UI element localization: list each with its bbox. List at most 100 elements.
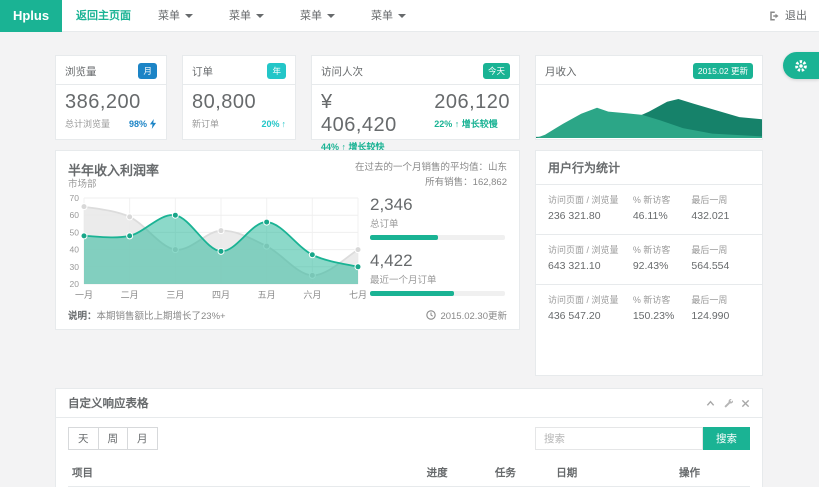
tab-week[interactable]: 周 xyxy=(99,427,129,450)
period-badge: 今天 xyxy=(483,63,510,79)
svg-text:60: 60 xyxy=(70,210,80,220)
svg-text:20: 20 xyxy=(70,279,80,289)
stat-label: 最后一周 xyxy=(691,244,750,257)
growth-label: 增长较慢 xyxy=(462,119,498,129)
nav-menu-4[interactable]: 菜单 xyxy=(353,0,424,32)
profit-chart-panel: 半年收入利润率 市场部 在过去的一个月销售的平均值：山东 所有销售：162,86… xyxy=(55,150,520,330)
search-input[interactable] xyxy=(535,427,703,450)
bolt-icon xyxy=(149,119,157,129)
percent-value: 98% xyxy=(129,119,147,129)
stat-last-week: 最后一周 564.554 xyxy=(691,244,750,272)
stat-new-visitors: % 新访客 150.23% xyxy=(633,294,692,322)
table-controls: 天 周 月 搜索 xyxy=(68,427,750,450)
card-visits-header: 访问人次 今天 xyxy=(312,56,519,85)
visits-col-count: 206,120 22% ↑ 增长较慢 xyxy=(434,91,510,153)
revenue-value: ¥ 406,420 xyxy=(321,91,412,137)
responsive-table-panel: 自定义响应表格 天 周 月 搜索 xyxy=(55,388,763,487)
card-income-header: 月收入 2015.02 更新 xyxy=(536,56,762,85)
stat-value: 564.554 xyxy=(691,260,750,272)
brand-logo: Hplus xyxy=(0,0,62,32)
panel-title: 自定义响应表格 xyxy=(68,395,149,411)
nav-home-link[interactable]: 返回主页面 xyxy=(76,0,131,32)
chevron-down-icon xyxy=(327,14,335,18)
orders-percent: 20%↑ xyxy=(261,119,286,129)
chevron-up-icon xyxy=(706,399,715,408)
percent-value: 22% xyxy=(434,119,452,129)
top-navbar: Hplus 返回主页面 菜单 菜单 菜单 菜单 退出 xyxy=(0,0,819,32)
svg-text:四月: 四月 xyxy=(212,290,230,300)
close-button[interactable] xyxy=(741,399,750,408)
stat-label: 最后一周 xyxy=(691,194,750,207)
tab-month[interactable]: 月 xyxy=(128,427,158,450)
svg-text:50: 50 xyxy=(70,227,80,237)
theme-settings-button[interactable] xyxy=(783,52,819,79)
svg-text:六月: 六月 xyxy=(303,289,321,300)
panel-subtitle: 市场部 xyxy=(68,176,97,190)
panel-title: 用户行为统计 xyxy=(536,151,762,185)
nav-menu-label: 菜单 xyxy=(300,0,322,32)
stat-label: 最后一周 xyxy=(691,294,750,307)
income-area-chart xyxy=(536,83,762,138)
dashboard-page: Hplus 返回主页面 菜单 菜单 菜单 菜单 退出 浏览量 月 386,200… xyxy=(0,0,819,487)
tab-day[interactable]: 天 xyxy=(68,427,99,450)
nav-menu-2[interactable]: 菜单 xyxy=(211,0,282,32)
visits-growth: 22% ↑ 增长较慢 xyxy=(434,117,510,130)
table-panel-body: 天 周 月 搜索 项目 进度 任务 日期 操作 xyxy=(56,418,762,487)
stat-new-visitors: % 新访客 92.43% xyxy=(633,244,692,272)
svg-text:70: 70 xyxy=(70,193,80,203)
orders-value: 80,800 xyxy=(192,91,286,114)
stat-label: 访问页面 / 浏览量 xyxy=(548,244,633,257)
chevron-down-icon xyxy=(185,14,193,18)
table-header-row: 项目 进度 任务 日期 操作 xyxy=(68,459,750,487)
svg-text:七月: 七月 xyxy=(349,290,366,300)
collapse-button[interactable] xyxy=(706,399,715,408)
logout-icon xyxy=(768,10,780,22)
settings-button[interactable] xyxy=(723,398,733,408)
level-up-icon: ↑ xyxy=(455,119,460,129)
total-orders-value: 2,346 xyxy=(370,195,505,215)
stat-value: 124.990 xyxy=(691,310,750,322)
order-stats: 2,346 总订单 4,422 最近一个月订单 xyxy=(370,195,505,307)
card-title: 月收入 xyxy=(545,64,577,79)
sales-summary: 在过去的一个月销售的平均值：山东 所有销售：162,862 xyxy=(355,161,507,190)
period-badge: 月 xyxy=(138,63,157,79)
month-orders-value: 4,422 xyxy=(370,251,505,271)
update-badge: 2015.02 更新 xyxy=(693,63,753,79)
card-title: 订单 xyxy=(192,64,213,79)
clock-icon xyxy=(426,310,436,320)
search-button[interactable]: 搜索 xyxy=(703,427,750,450)
projects-table: 项目 进度 任务 日期 操作 米莫说 | MiMO Show xyxy=(68,459,750,487)
nav-menu-label: 菜单 xyxy=(158,0,180,32)
stat-new-visitors: % 新访客 46.11% xyxy=(633,194,692,222)
total-sales-label: 所有销售：162,862 xyxy=(355,176,507,191)
pageviews-value: 386,200 xyxy=(65,91,157,114)
svg-text:30: 30 xyxy=(70,262,80,272)
panel-footer: 说明：本期销售额比上期增长了23%+ 2015.02.30更新 xyxy=(68,308,507,322)
nav-menu-1[interactable]: 菜单 xyxy=(140,0,211,32)
month-orders-label: 最近一个月订单 xyxy=(370,272,505,286)
close-icon xyxy=(741,399,750,408)
card-title: 访问人次 xyxy=(321,64,363,79)
svg-text:40: 40 xyxy=(70,245,80,255)
logout-label: 退出 xyxy=(785,0,807,32)
svg-text:五月: 五月 xyxy=(258,290,276,300)
pageviews-percent: 98% xyxy=(129,119,157,129)
stat-pages: 访问页面 / 浏览量 436 547.20 xyxy=(548,294,633,322)
col-progress: 进度 xyxy=(423,459,491,487)
logout-button[interactable]: 退出 xyxy=(768,0,807,32)
wrench-icon xyxy=(723,398,733,408)
card-visits: 访问人次 今天 ¥ 406,420 44% ↑ 增长较快 206,120 22%… xyxy=(311,55,520,140)
card-orders: 订单 年 80,800 新订单 20%↑ xyxy=(182,55,296,140)
card-title: 浏览量 xyxy=(65,64,97,79)
stat-value: 236 321.80 xyxy=(548,210,633,222)
svg-text:三月: 三月 xyxy=(166,290,184,300)
col-action: 操作 xyxy=(675,459,750,487)
percent-value: 20% xyxy=(261,119,279,129)
nav-menu-3[interactable]: 菜单 xyxy=(282,0,353,32)
user-stats-row: 访问页面 / 浏览量 236 321.80 % 新访客 46.11% 最后一周 … xyxy=(536,185,762,235)
month-orders-bar-fill xyxy=(370,291,454,296)
svg-text:二月: 二月 xyxy=(121,290,139,300)
card-orders-header: 订单 年 xyxy=(183,56,295,85)
period-badge: 年 xyxy=(267,63,286,79)
stat-value: 92.43% xyxy=(633,260,692,272)
